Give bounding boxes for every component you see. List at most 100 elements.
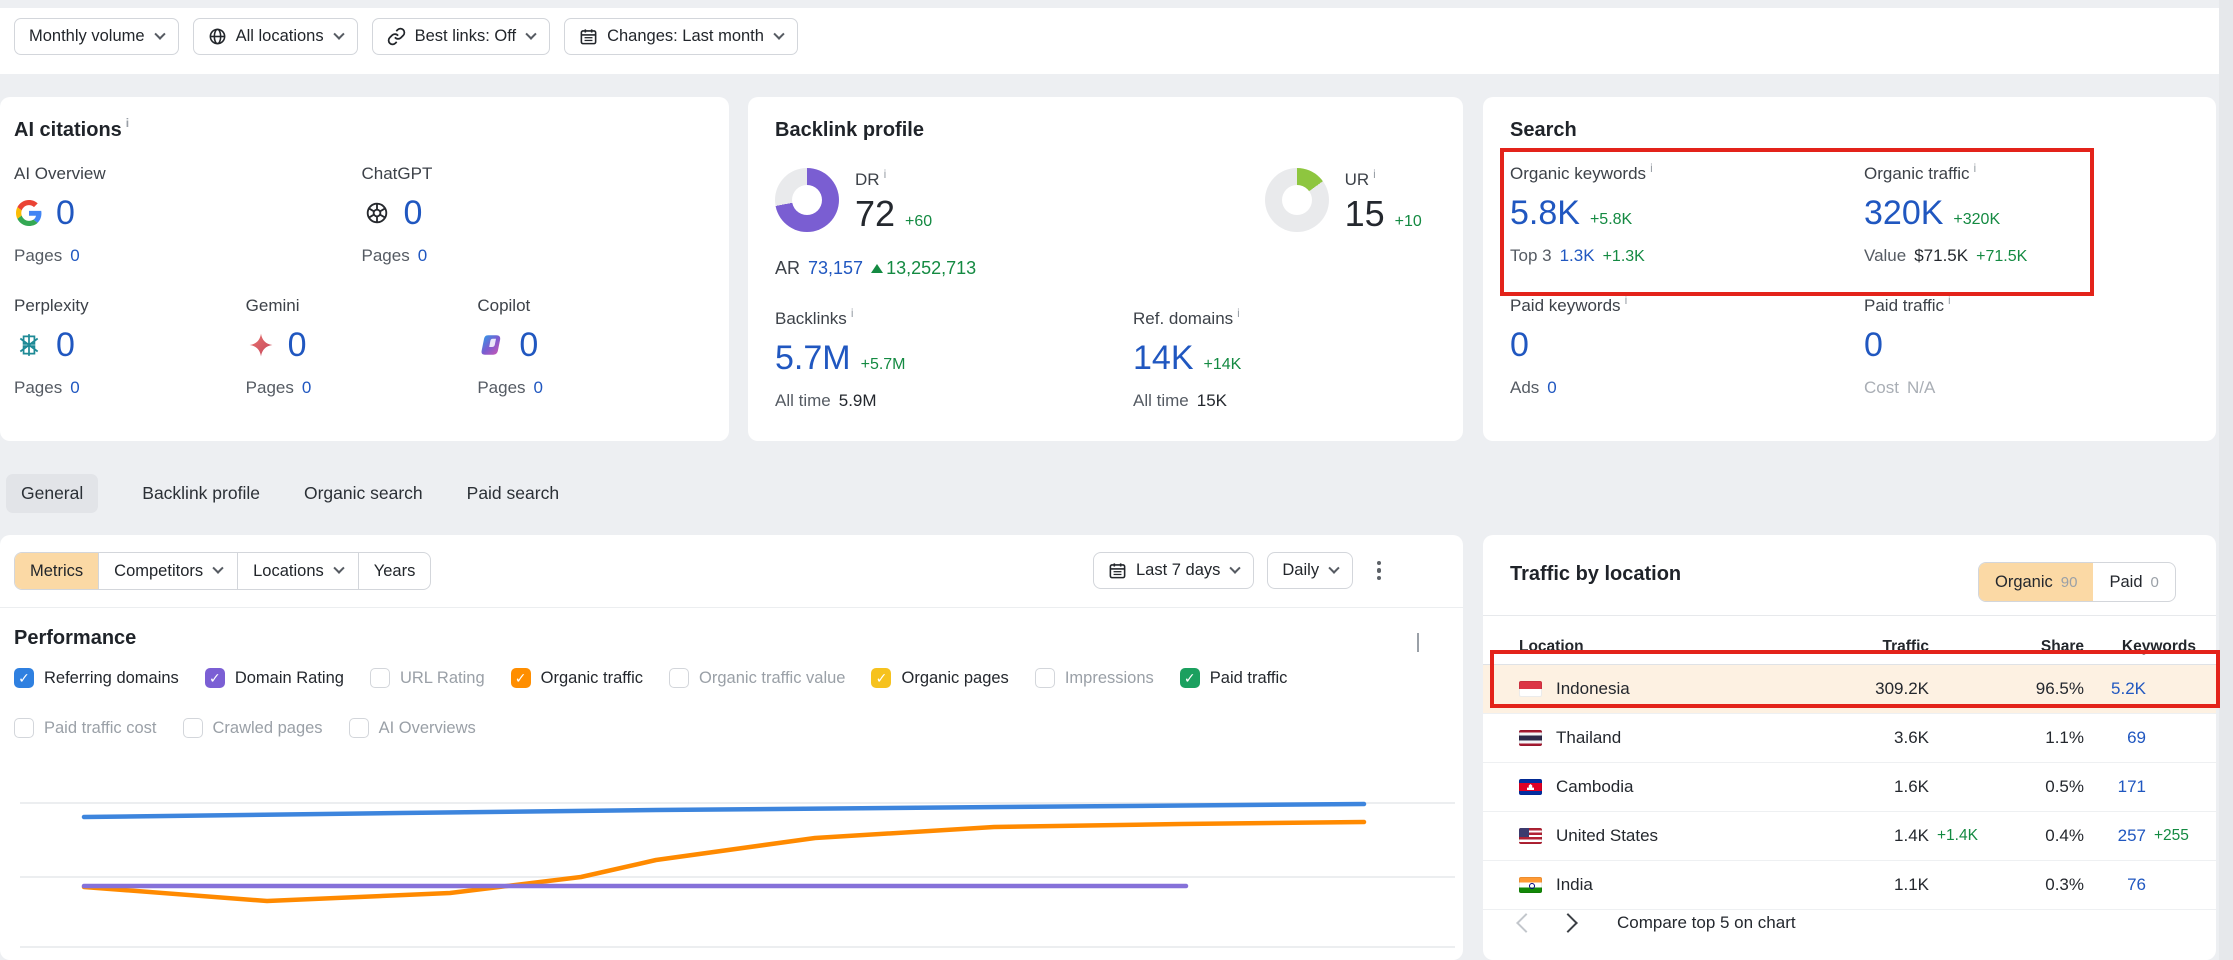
metric-value-link[interactable]: 0 [56, 328, 75, 362]
keywords-link[interactable]: 76 [2084, 875, 2146, 895]
collapse-section-button[interactable] [1415, 633, 1435, 649]
perplexity-metric: Perplexity 0 Pages0 [14, 296, 246, 398]
ai-overview-metric: AI Overview 0 Pages0 [14, 164, 362, 266]
table-row-united-states[interactable]: United States 1.4K +1.4K 0.4% 257 +255 [1483, 812, 2216, 861]
vertical-scrollbar[interactable] [2219, 0, 2233, 960]
ads-count-link[interactable]: 0 [1547, 378, 1556, 398]
checkbox-organic-traffic[interactable]: ✓Organic traffic [511, 668, 643, 688]
card-title: AI citations [14, 119, 709, 142]
checkbox-url-rating[interactable]: URL Rating [370, 668, 485, 688]
keywords-link[interactable]: 257 [2084, 826, 2146, 846]
best-links-filter[interactable]: Best links: Off [372, 18, 550, 55]
openai-icon [362, 198, 392, 228]
granularity-picker[interactable]: Daily [1267, 552, 1353, 589]
metric-value-link[interactable]: 0 [288, 328, 307, 362]
chevron-down-icon [154, 28, 165, 39]
ar-value-link[interactable]: 73,157 [808, 258, 863, 279]
ur-value: 15 [1345, 196, 1385, 232]
pages-count-link[interactable]: 0 [418, 246, 427, 266]
paid-keywords-value-link[interactable]: 0 [1510, 328, 1529, 362]
card-title: Search [1510, 119, 2196, 142]
tab-paid-search[interactable]: Paid search [467, 474, 559, 513]
performance-line-chart [0, 535, 1463, 960]
ur-donut-chart [1265, 168, 1329, 232]
compare-top5-link[interactable]: Compare top 5 on chart [1617, 913, 1796, 933]
tab-general[interactable]: General [6, 474, 98, 513]
table-row-cambodia[interactable]: Cambodia 1.6K 0.5% 171 [1483, 763, 2216, 812]
tab-organic-search[interactable]: Organic search [304, 474, 423, 513]
organic-keywords-value-link[interactable]: 5.8K [1510, 196, 1580, 230]
thailand-flag-icon [1519, 730, 1542, 746]
pages-count-link[interactable]: 0 [302, 378, 311, 398]
changes-filter[interactable]: Changes: Last month [564, 18, 798, 55]
indonesia-flag-icon [1519, 681, 1542, 697]
tab-backlink-profile[interactable]: Backlink profile [142, 474, 260, 513]
filter-label: Changes: Last month [607, 27, 764, 46]
metric-value-link[interactable]: 0 [56, 196, 75, 230]
pages-count-link[interactable]: 0 [70, 378, 79, 398]
organic-keywords-metric: Organic keywords 5.8K+5.8K Top 31.3K+1.3… [1510, 164, 1864, 266]
search-card: Search Organic keywords 5.8K+5.8K Top 31… [1483, 97, 2216, 441]
perplexity-icon [14, 330, 44, 360]
filter-label: Monthly volume [29, 27, 145, 46]
united-states-flag-icon [1519, 828, 1542, 844]
backlinks-value-link[interactable]: 5.7M [775, 341, 851, 375]
info-icon [1237, 306, 1240, 320]
toggle-paid[interactable]: Paid0 [2093, 563, 2174, 601]
section-tabs: General Backlink profile Organic search … [6, 474, 559, 513]
info-icon [1974, 161, 1977, 175]
toggle-organic[interactable]: Organic90 [1979, 563, 2093, 601]
keywords-link[interactable]: 5.2K [2084, 679, 2146, 699]
checkbox-impressions[interactable]: Impressions [1035, 668, 1154, 688]
up-triangle-icon [871, 264, 883, 273]
pages-count-link[interactable]: 0 [70, 246, 79, 266]
info-icon [1650, 161, 1653, 175]
metric-value-link[interactable]: 0 [519, 328, 538, 362]
info-icon [1373, 167, 1376, 181]
chevron-up-icon [1417, 633, 1419, 652]
checkbox-icon: ✓ [14, 668, 34, 688]
ref-domains-value-link[interactable]: 14K [1133, 341, 1194, 375]
metric-checkbox-row-1: ✓Referring domains ✓Domain Rating URL Ra… [14, 668, 1287, 688]
info-icon [126, 116, 129, 130]
ahrefs-rank: AR 73,157 13,252,713 [775, 258, 1265, 279]
top3-value-link[interactable]: 1.3K [1560, 246, 1595, 266]
table-row-thailand[interactable]: Thailand 3.6K 1.1% 69 [1483, 714, 2216, 763]
checkbox-crawled-pages[interactable]: Crawled pages [183, 718, 323, 738]
paid-traffic-metric: Paid traffic 0 CostN/A [1864, 296, 2164, 398]
table-row-india[interactable]: India 1.1K 0.3% 76 [1483, 861, 2216, 910]
paid-keywords-metric: Paid keywords 0 Ads0 [1510, 296, 1864, 398]
paid-traffic-value-link[interactable]: 0 [1864, 328, 1883, 362]
keywords-link[interactable]: 171 [2084, 777, 2146, 797]
next-page-arrow-icon[interactable] [1558, 913, 1578, 933]
more-options-kebab-icon[interactable] [1366, 558, 1392, 584]
checkbox-domain-rating[interactable]: ✓Domain Rating [205, 668, 344, 688]
chevron-down-icon [773, 28, 784, 39]
checkbox-ai-overviews[interactable]: AI Overviews [349, 718, 476, 738]
cambodia-flag-icon [1519, 779, 1542, 795]
locations-filter[interactable]: All locations [193, 18, 358, 55]
checkbox-icon [370, 668, 390, 688]
table-header: Location Traffic Share Keywords [1483, 629, 2216, 665]
organic-traffic-value-link[interactable]: 320K [1864, 196, 1943, 230]
checkbox-paid-traffic-cost[interactable]: Paid traffic cost [14, 718, 157, 738]
monthly-volume-filter[interactable]: Monthly volume [14, 18, 179, 55]
performance-title: Performance [14, 627, 136, 650]
prev-page-arrow-icon[interactable] [1516, 913, 1536, 933]
url-rating-donut-block: UR 15+10 [1265, 168, 1443, 232]
filter-label: Best links: Off [415, 27, 516, 46]
ai-citations-card: AI citations AI Overview 0 Pages0 [0, 97, 729, 441]
date-range-picker[interactable]: Last 7 days [1093, 552, 1254, 589]
checkbox-icon [1035, 668, 1055, 688]
keywords-link[interactable]: 69 [2084, 728, 2146, 748]
metric-value-link[interactable]: 0 [404, 196, 423, 230]
checkbox-referring-domains[interactable]: ✓Referring domains [14, 668, 179, 688]
checkbox-organic-traffic-value[interactable]: Organic traffic value [669, 668, 845, 688]
checkbox-paid-traffic[interactable]: ✓Paid traffic [1180, 668, 1288, 688]
table-row-indonesia[interactable]: Indonesia 309.2K 96.5% 5.2K [1483, 665, 2216, 714]
seo-dashboard: Monthly volume All locations Best links:… [0, 0, 2233, 960]
pages-count-link[interactable]: 0 [534, 378, 543, 398]
info-icon [884, 167, 887, 181]
gemini-icon [246, 330, 276, 360]
checkbox-organic-pages[interactable]: ✓Organic pages [871, 668, 1008, 688]
